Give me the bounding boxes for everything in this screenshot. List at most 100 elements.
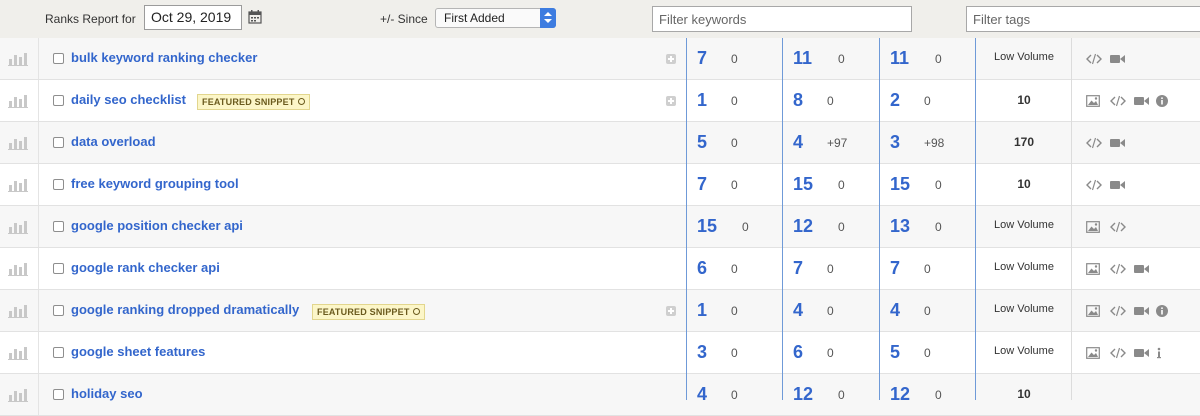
search-volume: Low Volume [994,261,1054,273]
rank-value: 2 [890,90,901,110]
rank-history-chart-button[interactable] [0,332,39,373]
filter-tags-input[interactable] [966,6,1200,32]
column-divider [975,38,976,400]
info-icon[interactable] [1156,304,1168,322]
rank-value: 3 [697,342,708,362]
row-checkbox[interactable] [53,263,64,274]
rank-value: 5 [890,342,901,362]
code-icon[interactable] [1110,262,1126,280]
image-icon[interactable] [1086,220,1100,238]
rank-value: 3 [890,132,901,152]
image-icon[interactable] [1086,94,1100,112]
rank-change: 0 [731,304,738,318]
keyword-link[interactable]: google sheet features [71,344,205,359]
rank-history-chart-button[interactable] [0,374,39,415]
code-icon[interactable] [1110,94,1126,112]
keyword-link[interactable]: google position checker api [71,218,243,233]
image-icon[interactable] [1086,262,1100,280]
column-divider [686,38,687,400]
table-row[interactable]: google ranking dropped dramatically FEATU… [0,290,1200,332]
keyword-link[interactable]: data overload [71,134,156,149]
rank-change: 0 [935,52,942,66]
video-icon[interactable] [1110,52,1126,70]
code-icon[interactable] [1110,346,1126,364]
rank-value: 8 [793,90,804,110]
row-checkbox[interactable] [53,179,64,190]
calendar-icon[interactable] [248,10,262,29]
report-date-input[interactable]: Oct 29, 2019 [144,5,242,30]
rank-value: 13 [890,216,911,236]
search-volume: Low Volume [994,219,1054,231]
rank-change: 0 [827,346,834,360]
code-icon[interactable] [1110,220,1126,238]
video-icon[interactable] [1110,178,1126,196]
table-row[interactable]: data overload 5 0 4 +97 3 +98 170 [0,122,1200,164]
table-row[interactable]: bulk keyword ranking checker 7 0 11 0 11 0 Low … [0,38,1200,80]
code-icon[interactable] [1086,178,1102,196]
info-icon[interactable] [1156,94,1168,112]
video-icon[interactable] [1110,136,1126,154]
row-checkbox[interactable] [53,347,64,358]
filter-keywords-input[interactable] [652,6,912,32]
table-row[interactable]: daily seo checklist FEATURED SNIPPET 1 0 8 0 2… [0,80,1200,122]
rank-change: 0 [827,94,834,108]
rank-value: 7 [890,258,901,278]
expand-plus-icon[interactable] [666,306,676,316]
keyword-link[interactable]: bulk keyword ranking checker [71,50,257,65]
video-icon[interactable] [1134,94,1150,112]
code-icon[interactable] [1086,136,1102,154]
video-icon[interactable] [1134,304,1150,322]
expand-plus-icon[interactable] [666,54,676,64]
keyword-link[interactable]: daily seo checklist [71,92,186,107]
search-volume: 10 [1017,93,1031,107]
rank-value: 6 [697,258,708,278]
rank-history-chart-button[interactable] [0,80,39,121]
video-icon[interactable] [1134,346,1150,364]
table-row[interactable]: holiday seo 4 0 12 0 12 0 10 [0,374,1200,416]
rank-value: 1 [697,300,708,320]
keyword-link[interactable]: google rank checker api [71,260,220,275]
rank-history-chart-button[interactable] [0,290,39,331]
table-row[interactable]: free keyword grouping tool 7 0 15 0 15 0 10 [0,164,1200,206]
search-volume: Low Volume [994,345,1054,357]
search-volume: 170 [1013,135,1035,149]
row-checkbox[interactable] [53,53,64,64]
code-icon[interactable] [1110,304,1126,322]
rank-change: 0 [827,304,834,318]
rank-history-chart-button[interactable] [0,248,39,289]
search-volume: Low Volume [994,51,1054,63]
column-divider [1071,38,1072,400]
table-row[interactable]: google rank checker api 6 0 7 0 7 0 Low Volume [0,248,1200,290]
column-divider [879,38,880,400]
table-row[interactable]: google sheet features 3 0 6 0 5 0 Low Volume [0,332,1200,374]
image-icon[interactable] [1086,304,1100,322]
code-icon[interactable] [1086,52,1102,70]
video-icon[interactable] [1134,262,1150,280]
row-checkbox[interactable] [53,389,64,400]
row-checkbox[interactable] [53,221,64,232]
keyword-link[interactable]: google ranking dropped dramatically [71,302,299,317]
keyword-link[interactable]: free keyword grouping tool [71,176,239,191]
table-row[interactable]: google position checker api 15 0 12 0 13 0 Low … [0,206,1200,248]
rank-history-chart-button[interactable] [0,122,39,163]
expand-plus-icon[interactable] [666,96,676,106]
since-label: +/- Since [380,12,428,26]
rank-value: 15 [697,216,718,236]
rank-change: 0 [731,94,738,108]
rank-history-chart-button[interactable] [0,38,39,79]
keyword-link[interactable]: holiday seo [71,386,143,401]
since-select[interactable]: First Added [435,8,556,28]
row-checkbox[interactable] [53,137,64,148]
rank-change: 0 [838,220,845,234]
featured-snippet-badge: FEATURED SNIPPET [312,304,425,320]
row-checkbox[interactable] [53,95,64,106]
keyword-table: bulk keyword ranking checker 7 0 11 0 11 0 Low … [0,38,1200,416]
rank-history-chart-button[interactable] [0,164,39,205]
image-icon[interactable] [1086,346,1100,364]
rank-history-chart-button[interactable] [0,206,39,247]
rank-change: 0 [838,52,845,66]
row-checkbox[interactable] [53,305,64,316]
rank-value: 5 [697,132,708,152]
rank-change: 0 [731,136,738,150]
info-small-icon[interactable] [1156,346,1162,364]
